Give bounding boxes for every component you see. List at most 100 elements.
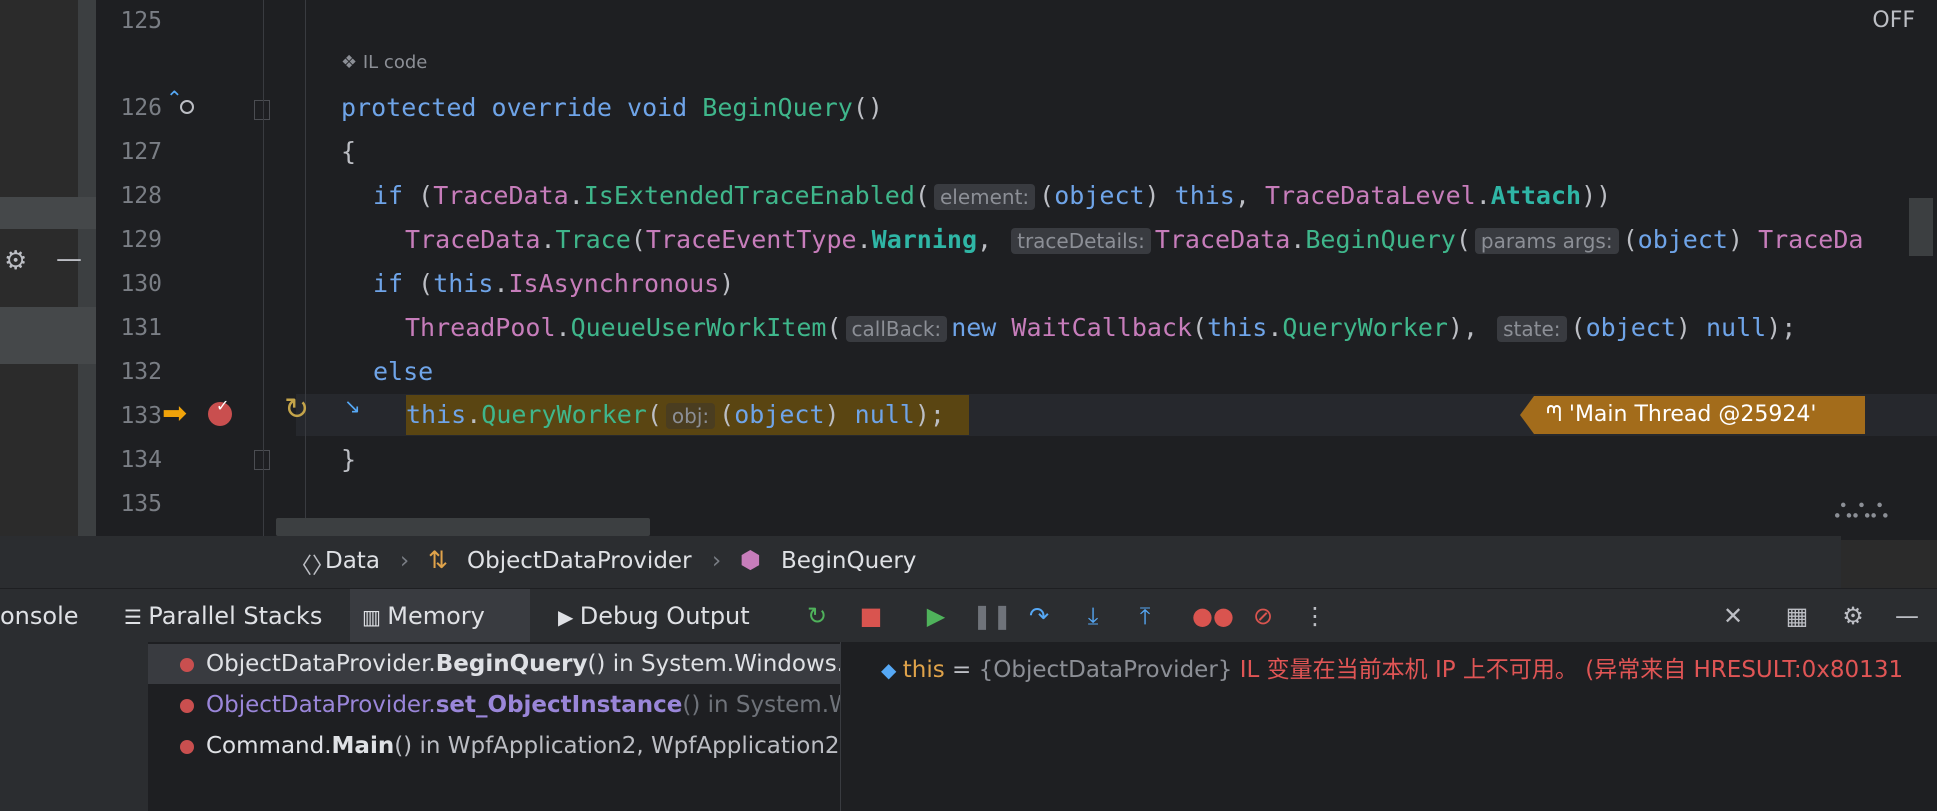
token: new [951,313,997,342]
variable-row[interactable]: ◆ this = {ObjectDataProvider} IL 变量在当前本机… [881,650,1903,684]
resume-icon[interactable]: ▶ [919,599,953,633]
thread-tag[interactable]: ᘉ 'Main Thread @25924' [1520,396,1865,434]
token: () [852,93,883,122]
breadcrumb-item[interactable]: BeginQuery [781,548,916,574]
frame-dot-icon [180,739,194,754]
class-icon: ⇅ [428,546,449,574]
fold-guide [263,0,264,540]
token: this [433,269,494,298]
fold-marker-icon[interactable] [254,450,270,470]
token: BeginQuery [702,93,853,122]
code-line-126[interactable]: protected override void BeginQuery() [341,93,883,123]
thread-icon: ᘉ [1546,402,1562,427]
code-line-133[interactable]: this.QueryWorker(obj: (object) null); [406,400,945,430]
line-number: 135 [120,491,162,517]
run-to-cursor-icon[interactable]: ↘ [344,394,361,418]
debug-output-icon: ▶ [558,605,580,629]
threads-list[interactable] [0,642,148,811]
token: IsExtendedTraceEnabled [583,181,915,210]
line-number: 134 [120,447,162,473]
variable-name: this [902,657,945,683]
view-breakpoints-icon[interactable]: ●● [1192,599,1234,633]
method-icon: ⬢ [740,546,761,574]
frame-row[interactable]: ObjectDataProvider.BeginQuery() in Syste… [148,644,840,684]
breadcrumb-item[interactable]: ObjectDataProvider [467,548,692,574]
token: TraceEventType [645,225,857,254]
step-out-icon[interactable]: ⤒ [1128,599,1162,633]
rerun-icon[interactable]: ↻ [800,599,834,633]
horizontal-scrollbar[interactable] [276,518,650,536]
left-tool-strip: ⚙ — [0,0,96,590]
code-line-132[interactable]: else [373,357,433,387]
frame-row[interactable]: ObjectDataProvider.set_ObjectInstance() … [148,685,840,725]
fold-marker-icon[interactable] [254,100,270,120]
token: TraceData [433,181,569,210]
code-line-131[interactable]: ThreadPool.QueueUserWorkItem(callBack: ne… [405,313,1796,343]
minimize-icon[interactable]: — [1890,599,1924,633]
step-over-icon[interactable]: ↷ [1022,599,1056,633]
frame-method: set_ObjectInstance [435,692,683,718]
parallel-stacks-icon: ☰ [124,605,149,629]
token: this [406,400,467,429]
gear-icon[interactable]: ⚙ [1836,599,1870,633]
token: BeginQuery [1305,225,1456,254]
token: Warning [871,225,977,254]
frame-class: ObjectDataProvider. [206,651,436,677]
param-hint: state: [1497,316,1567,342]
frame-method: Main [331,733,395,759]
mute-breakpoints-icon[interactable]: ⊘ [1246,599,1280,633]
variable-type: {ObjectDataProvider} [978,657,1233,683]
code-editor[interactable]: 125 126 127 128 129 130 131 132 133 134 … [96,0,1937,540]
status-label: OFF [1872,8,1915,33]
param-hint: traceDetails: [1011,228,1151,254]
debug-toolwindow-bar: onsole ☰ Parallel Stacks ▥ Memory ▶ Debu… [0,588,1937,643]
token: IsAsynchronous [508,269,720,298]
token: Trace [555,225,631,254]
gear-icon[interactable]: ⚙ [4,246,27,276]
layout-icon[interactable]: ▦ [1780,599,1814,633]
close-icon[interactable]: ✕ [1716,599,1750,633]
token: TraceDa [1758,225,1864,254]
token: object [1054,181,1145,210]
more-icon[interactable]: ⋮ [1298,599,1332,633]
vertical-scrollbar[interactable] [1909,198,1933,256]
implementation-icon[interactable] [180,100,194,114]
line-number: 125 [120,8,162,34]
token: WaitCallback [1011,313,1193,342]
tab-label: Debug Output [579,602,750,630]
step-into-icon[interactable]: ⤓ [1076,599,1110,633]
token: protected [341,93,477,122]
param-hint: obj: [665,403,716,429]
object-icon: ◆ [881,658,903,682]
code-line-129[interactable]: TraceData.Trace(TraceEventType.Warning, … [405,225,1863,255]
code-line-130[interactable]: if (this.IsAsynchronous) [373,269,734,299]
line-number: 130 [120,271,162,297]
tab-console[interactable]: onsole [0,589,91,643]
tab-debug-output[interactable]: ▶ Debug Output [546,589,762,643]
token: ThreadPool [405,313,556,342]
breadcrumb-item[interactable]: Data [325,548,380,574]
frame-location: () in System.Wi [682,692,840,718]
il-code-label: IL code [362,52,428,73]
variable-eq: = [944,657,979,683]
frame-dot-icon [180,698,194,713]
code-line-134[interactable]: } [341,445,356,475]
il-code-hint[interactable]: ❖ IL code [341,52,427,73]
line-number: 133 [120,403,162,429]
frame-row[interactable]: Command.Main() in WpfApplication2, WpfAp… [148,726,840,766]
code-line-127[interactable]: { [341,137,356,167]
frames-panel: ObjectDataProvider.BeginQuery() in Syste… [0,642,841,811]
pause-icon[interactable]: ❚❚ [972,599,1012,633]
tab-memory[interactable]: ▥ Memory [350,589,530,643]
tab-parallel-stacks[interactable]: ☰ Parallel Stacks [112,589,334,643]
step-back-icon[interactable]: ↻ [284,392,309,427]
line-number: 129 [120,227,162,253]
frame-class: Command. [206,733,332,759]
code-line-128[interactable]: if (TraceData.IsExtendedTraceEnabled(ele… [373,181,1611,211]
reader-mode-icon[interactable]: ⛬⛬⛬ [1834,494,1889,525]
minimize-icon[interactable]: — [56,244,82,274]
stop-icon[interactable]: ■ [854,599,888,633]
token: this [1207,313,1268,342]
token: override [491,93,612,122]
token: TraceDataLevel [1264,181,1476,210]
